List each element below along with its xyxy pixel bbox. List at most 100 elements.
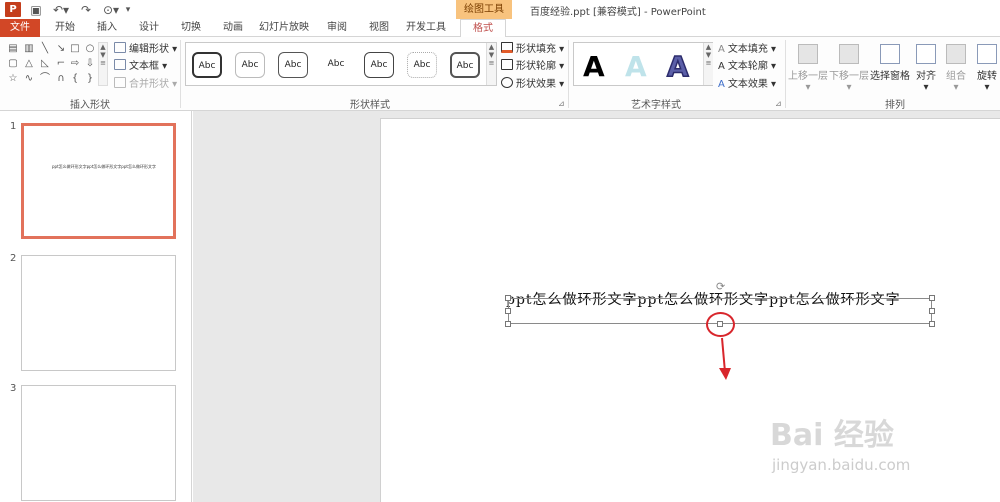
triangle-shape-icon[interactable]: △ [22,58,36,70]
brace-left-shape-icon[interactable]: { [68,73,82,85]
shapes-gallery-scroll[interactable]: ▲ ▼ ≡ [98,42,108,86]
slide-thumbnail-3[interactable] [21,385,176,501]
resize-handle-bottom-right[interactable] [929,321,935,327]
slide-number: 1 [10,121,17,132]
tab-slideshow[interactable]: 幻灯片放映 [258,19,310,37]
wordart-styles-scroll[interactable]: ▲ ▼ ≡ [703,43,713,85]
tab-home[interactable]: 开始 [50,19,80,37]
tab-transitions[interactable]: 切换 [176,19,206,37]
shape-styles-dialog-launcher-icon[interactable]: ⊿ [558,96,565,111]
bracket-shape-icon[interactable]: ⌐ [54,58,68,70]
down-arrow-shape-icon[interactable]: ⇩ [83,58,97,70]
edit-shape-icon [114,42,126,53]
wordart-style-light-blue[interactable]: A [625,50,647,83]
textbox-shape-icon[interactable]: ▤ [6,43,20,55]
send-backward-icon [839,44,859,64]
shape-effects-icon [501,77,513,88]
ribbon-tabs: 文件 开始 插入 设计 切换 动画 幻灯片放映 审阅 视图 开发工具 格式 [0,19,1000,38]
shape-styles-scroll[interactable]: ▲ ▼ ≡ [486,43,496,85]
selection-pane-icon [880,44,900,64]
rounded-rect-shape-icon[interactable]: ▢ [6,58,20,70]
arrow-line-shape-icon[interactable]: ↘ [54,43,68,55]
tab-developer[interactable]: 开发工具 [404,19,448,37]
insert-shapes-group-label: 插入形状 [70,100,110,111]
right-arrow-shape-icon[interactable]: ⇨ [68,58,82,70]
resize-handle-bottom-left[interactable] [505,321,511,327]
curve-shape-icon[interactable]: ∿ [22,73,36,85]
wordart-style-outline-blue[interactable]: A [666,49,689,84]
align-icon [916,44,936,64]
shape-styles-group-label: 形状样式 [350,100,390,111]
wordart-group-label: 艺术字样式 [631,100,681,111]
redo-icon[interactable]: ↷ [78,2,94,17]
shape-fill-button[interactable]: 形状填充 ▾ [501,42,564,57]
wordart-dialog-launcher-icon[interactable]: ⊿ [775,96,782,111]
slide-number: 3 [10,383,17,394]
tab-format[interactable]: 格式 [460,19,506,38]
oval-shape-icon[interactable]: ○ [83,43,97,55]
slide-number: 2 [10,253,17,264]
shape-style-5[interactable]: Abc [364,52,394,78]
merge-shapes-button[interactable]: 合并形状 ▾ [114,77,177,92]
arc-shape-icon[interactable]: ⌒ [38,73,52,85]
group-button[interactable]: 组合 ▾ [944,44,968,93]
bring-forward-button[interactable]: 上移一层 ▾ [788,44,828,93]
paint-bucket-icon [501,42,513,53]
group-separator [785,40,786,108]
pencil-outline-icon [501,59,513,70]
text-fill-icon: A [718,44,725,55]
brace-right-shape-icon[interactable]: } [83,73,97,85]
tab-animations[interactable]: 动画 [218,19,248,37]
selection-pane-button[interactable]: 选择窗格 [870,44,910,82]
wordart-style-black[interactable]: A [583,50,605,83]
resize-handle-left[interactable] [505,308,511,314]
text-effects-button[interactable]: A 文本效果 ▾ [718,77,776,92]
shape-outline-button[interactable]: 形状轮廓 ▾ [501,59,564,74]
text-box-button[interactable]: 文本框 ▾ [114,59,167,74]
undo-icon[interactable]: ↶▾ [50,2,72,17]
window-title: 百度经验.ppt [兼容模式] - PowerPoint [530,7,706,18]
title-bar: P ▣ ↶▾ ↷ ⊙▾ ▾ 绘图工具 百度经验.ppt [兼容模式] - Pow… [0,0,1000,19]
annotation-circle [706,312,735,337]
save-icon[interactable]: ▣ [28,2,44,17]
tab-review[interactable]: 审阅 [322,19,352,37]
rotate-handle-icon[interactable]: ⟳ [716,280,725,293]
freeform-shape-icon[interactable]: ∩ [54,73,68,85]
group-objects-icon [946,44,966,64]
shape-effects-button[interactable]: 形状效果 ▾ [501,77,564,92]
baidu-watermark-logo: Bai 经验 [770,418,894,453]
resize-handle-top-left[interactable] [505,295,511,301]
tab-design[interactable]: 设计 [134,19,164,37]
shape-style-6[interactable]: Abc [407,52,437,78]
text-outline-button[interactable]: A 文本轮廓 ▾ [718,59,776,74]
shape-style-3[interactable]: Abc [278,52,308,78]
right-triangle-shape-icon[interactable]: ◺ [38,58,52,70]
customize-icon[interactable]: ▾ [123,2,133,17]
tab-file[interactable]: 文件 [0,19,40,37]
edit-shape-button[interactable]: 编辑形状 ▾ [114,42,177,57]
star-shape-icon[interactable]: ☆ [6,73,20,85]
shape-style-1[interactable]: Abc [192,52,222,78]
resize-handle-top-right[interactable] [929,295,935,301]
shape-style-4[interactable]: Abc [321,52,351,78]
send-backward-button[interactable]: 下移一层 ▾ [828,44,870,93]
shape-style-7[interactable]: Abc [450,52,480,78]
rectangle-shape-icon[interactable]: □ [68,43,82,55]
rotate-button[interactable]: 旋转 ▾ [974,44,1000,93]
slide-thumbnail-1[interactable]: ppt怎么做环形文字ppt怎么做环形文字ppt怎么做环形文字 [21,123,176,239]
bring-forward-icon [798,44,818,64]
group-separator [180,40,181,108]
start-from-beginning-icon[interactable]: ⊙▾ [101,2,121,17]
tab-view[interactable]: 视图 [364,19,394,37]
text-fill-button[interactable]: A 文本填充 ▾ [718,42,776,57]
align-button[interactable]: 对齐 ▾ [914,44,938,93]
tab-insert[interactable]: 插入 [92,19,122,37]
resize-handle-right[interactable] [929,308,935,314]
shape-style-2[interactable]: Abc [235,52,265,78]
vertical-textbox-shape-icon[interactable]: ▥ [22,43,36,55]
powerpoint-logo-icon: P [5,2,21,17]
slide-thumbnail-2[interactable] [21,255,176,371]
baidu-watermark-url: jingyan.baidu.com [772,456,911,474]
slide-thumbnail-text: ppt怎么做环形文字ppt怎么做环形文字ppt怎么做环形文字 [52,164,156,169]
line-shape-icon[interactable]: ╲ [38,43,52,55]
